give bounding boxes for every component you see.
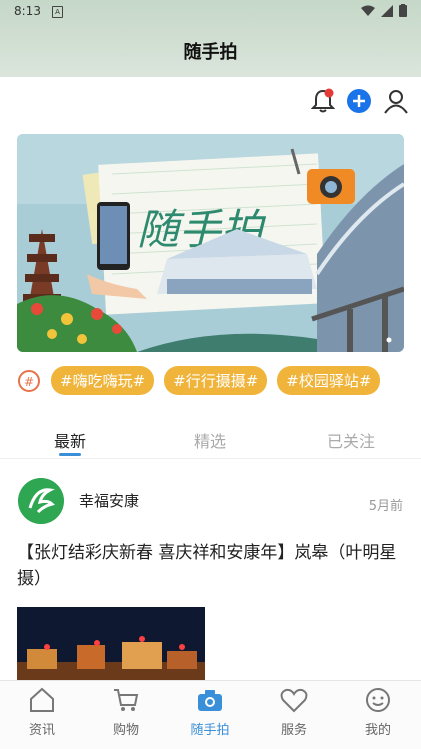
nav-label: 服务 [280,723,307,738]
banner-image: 随手拍 [17,134,404,352]
nav-label: 资讯 [28,723,55,738]
banner-carousel[interactable]: 随手拍 [17,134,404,352]
post-text[interactable]: 【张灯结彩庆新春 喜庆祥和安康年】岚皋（叶明星 摄） [17,540,407,592]
avatar-logo [18,478,64,524]
cart-icon [114,689,139,711]
nav-snapshot[interactable]: 随手拍 [168,687,252,738]
heart-icon [280,688,308,713]
app-header: 8:13 A 随手拍 [0,0,421,77]
status-bar: 8:13 A [0,0,421,24]
topic-tags: # #嗨吃嗨玩# #行行摄摄# #校园驿站# [17,366,381,395]
tab-following[interactable]: 已关注 [301,428,401,452]
bottom-nav: 资讯 购物 随手拍 服务 我的 [0,680,421,749]
status-time: 8:13 [14,4,41,18]
add-circle-icon[interactable] [347,89,371,113]
nav-label: 购物 [112,723,139,738]
post-photo [17,607,205,687]
battery-icon [399,4,407,17]
signal-icon [381,4,393,17]
post-image[interactable] [17,607,205,687]
sim-icon: A [52,6,63,18]
wifi-icon [361,5,375,16]
user-icon[interactable] [383,88,409,114]
nav-news[interactable]: 资讯 [0,687,84,738]
tab-featured[interactable]: 精选 [160,428,260,452]
nav-shopping[interactable]: 购物 [84,687,168,738]
active-tab-indicator [59,453,81,456]
camera-icon [198,690,222,711]
nav-mine[interactable]: 我的 [336,687,420,738]
topic-tag[interactable]: #嗨吃嗨玩# [51,366,155,395]
nav-label: 随手拍 [190,723,230,738]
top-toolbar [311,88,409,114]
home-icon [30,687,54,712]
page-title: 随手拍 [183,42,238,63]
bell-icon[interactable] [311,88,335,114]
topic-tag[interactable]: #校园驿站# [277,366,381,395]
topic-tag[interactable]: #行行摄摄# [164,366,268,395]
smiley-icon [366,688,390,712]
feed-tabs: 最新 精选 已关注 [0,420,421,459]
avatar[interactable] [18,478,64,524]
nav-label: 我的 [364,723,391,738]
post-author[interactable]: 幸福安康 [79,490,139,511]
svg-text:#: # [24,375,34,389]
tab-latest[interactable]: 最新 [20,428,120,452]
hashtag-icon: # [18,369,40,392]
post-time: 5月前 [368,499,403,514]
nav-service[interactable]: 服务 [252,687,336,738]
